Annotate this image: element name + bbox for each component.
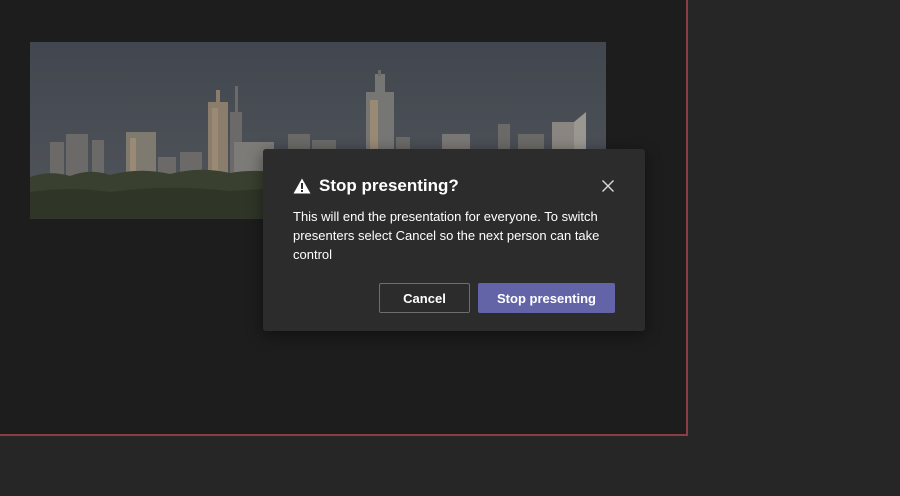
- dialog-message: This will end the presentation for every…: [293, 209, 600, 262]
- close-button[interactable]: [601, 179, 615, 193]
- close-icon: [602, 180, 614, 192]
- stop-presenting-button[interactable]: Stop presenting: [478, 283, 615, 313]
- stop-presenting-dialog: Stop presenting? This will end the prese…: [263, 149, 645, 331]
- cancel-button[interactable]: Cancel: [379, 283, 470, 313]
- dialog-header: Stop presenting?: [293, 176, 459, 196]
- dialog-title: Stop presenting?: [319, 176, 459, 195]
- warning-icon: [293, 178, 311, 194]
